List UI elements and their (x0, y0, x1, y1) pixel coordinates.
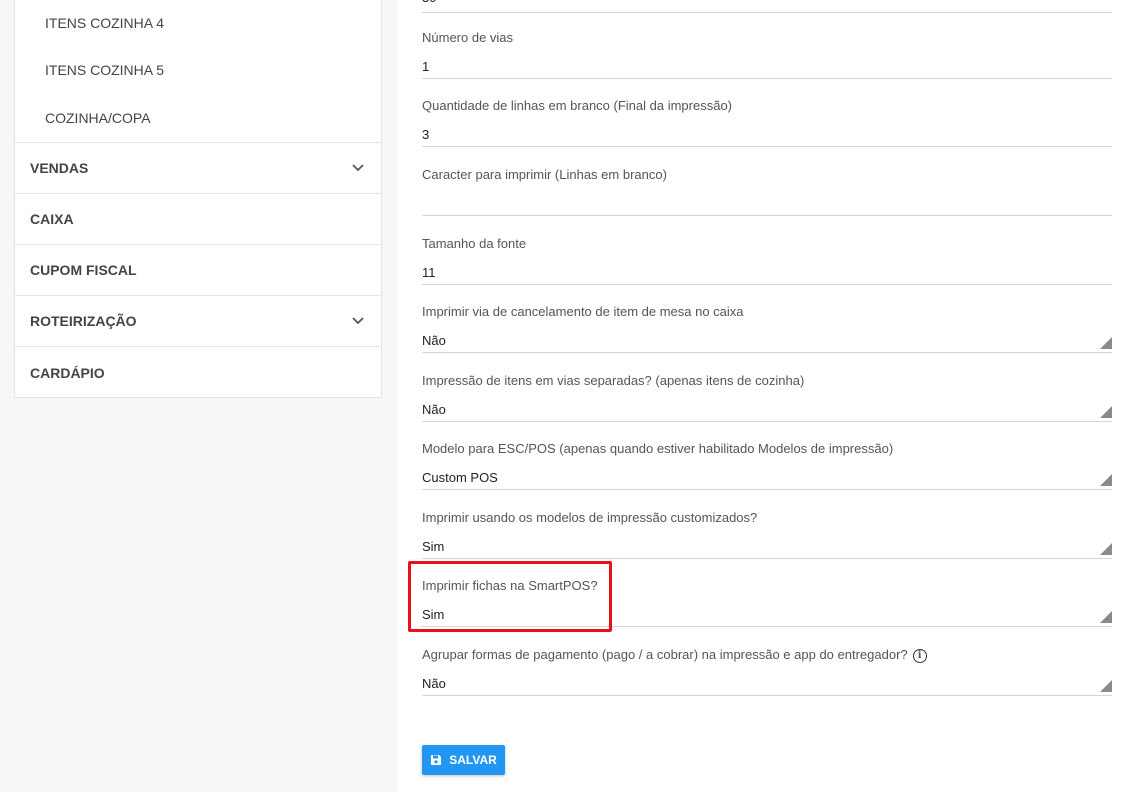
field-label: Quantidade de linhas em branco (Final da… (422, 98, 733, 113)
field-underline (422, 489, 1112, 490)
sidebar-item-cupom-fiscal[interactable]: CUPOM FISCAL (15, 245, 381, 296)
sidebar-item-label: VENDAS (30, 160, 89, 176)
modelo-escpos-select[interactable]: Custom POS (422, 470, 498, 485)
sidebar-item-label: CUPOM FISCAL (30, 262, 137, 278)
vias-separadas-select[interactable]: Não (422, 402, 446, 417)
dropdown-triangle-icon[interactable] (1100, 611, 1112, 623)
agrupar-pagamento-select[interactable]: Não (422, 676, 446, 691)
save-button[interactable]: SALVAR (422, 745, 505, 775)
field-label: Modelo para ESC/POS (apenas quando estiv… (422, 441, 894, 456)
dropdown-triangle-icon[interactable] (1100, 406, 1112, 418)
field-underline (422, 352, 1112, 353)
field-label: Agrupar formas de pagamento (pago / a co… (422, 647, 927, 663)
sidebar: ITENS COZINHA 4 ITENS COZINHA 5 COZINHA/… (14, 0, 382, 398)
field-label: Imprimir usando os modelos de impressão … (422, 510, 758, 525)
field-underline (422, 215, 1112, 216)
modelos-customizados-select[interactable]: Sim (422, 539, 444, 554)
chevron-down-icon (350, 313, 366, 329)
floppy-disk-icon (430, 754, 442, 766)
save-button-label: SALVAR (449, 753, 497, 767)
field-underline (422, 146, 1112, 147)
via-cancelamento-select[interactable]: Não (422, 333, 446, 348)
sidebar-item-label: ROTEIRIZAÇÃO (30, 313, 137, 329)
info-icon[interactable]: i (912, 648, 927, 663)
field-underline (422, 78, 1112, 79)
dropdown-triangle-icon[interactable] (1100, 680, 1112, 692)
sidebar-item-label: CAIXA (30, 211, 74, 227)
sidebar-subitem-cozinha-copa[interactable]: COZINHA/COPA (15, 94, 381, 142)
field-label: Caracter para imprimir (Linhas em branco… (422, 167, 667, 182)
field-label-text: Agrupar formas de pagamento (pago / a co… (422, 647, 908, 662)
highlight-box (408, 561, 612, 632)
sidebar-item-roteirizacao[interactable]: ROTEIRIZAÇÃO (15, 296, 381, 347)
tamanho-fonte-input[interactable]: 11 (422, 265, 436, 280)
sidebar-item-vendas[interactable]: VENDAS (15, 143, 381, 194)
linhas-em-branco-input[interactable]: 3 (422, 127, 429, 142)
dropdown-triangle-icon[interactable] (1100, 543, 1112, 555)
field-label: Imprimir via de cancelamento de item de … (422, 304, 744, 319)
numero-de-vias-input[interactable]: 1 (422, 59, 429, 74)
chevron-down-icon (350, 160, 366, 176)
field-underline (422, 695, 1112, 696)
sidebar-subitem-itens-cozinha-5[interactable]: ITENS COZINHA 5 (15, 46, 381, 94)
dropdown-triangle-icon[interactable] (1100, 474, 1112, 486)
sidebar-item-label: CARDÁPIO (30, 364, 105, 381)
sidebar-item-caixa[interactable]: CAIXA (15, 194, 381, 245)
field-label: Número de vias (422, 30, 514, 45)
sidebar-subgroup: ITENS COZINHA 4 ITENS COZINHA 5 COZINHA/… (15, 0, 381, 143)
field-underline (422, 421, 1112, 422)
dropdown-triangle-icon[interactable] (1100, 337, 1112, 349)
field-underline (422, 284, 1112, 285)
field-underline (422, 12, 1112, 13)
field-underline (422, 558, 1112, 559)
field-label: Impressão de itens em vias separadas? (a… (422, 373, 805, 388)
sidebar-subitem-itens-cozinha-4[interactable]: ITENS COZINHA 4 (15, 0, 381, 46)
field-value-partial[interactable]: 30 (422, 0, 436, 5)
sidebar-item-cardapio[interactable]: CARDÁPIO (15, 347, 381, 398)
settings-form: 30 Número de vias 1 Quantidade de linhas… (397, 0, 1140, 792)
field-label: Tamanho da fonte (422, 236, 527, 251)
